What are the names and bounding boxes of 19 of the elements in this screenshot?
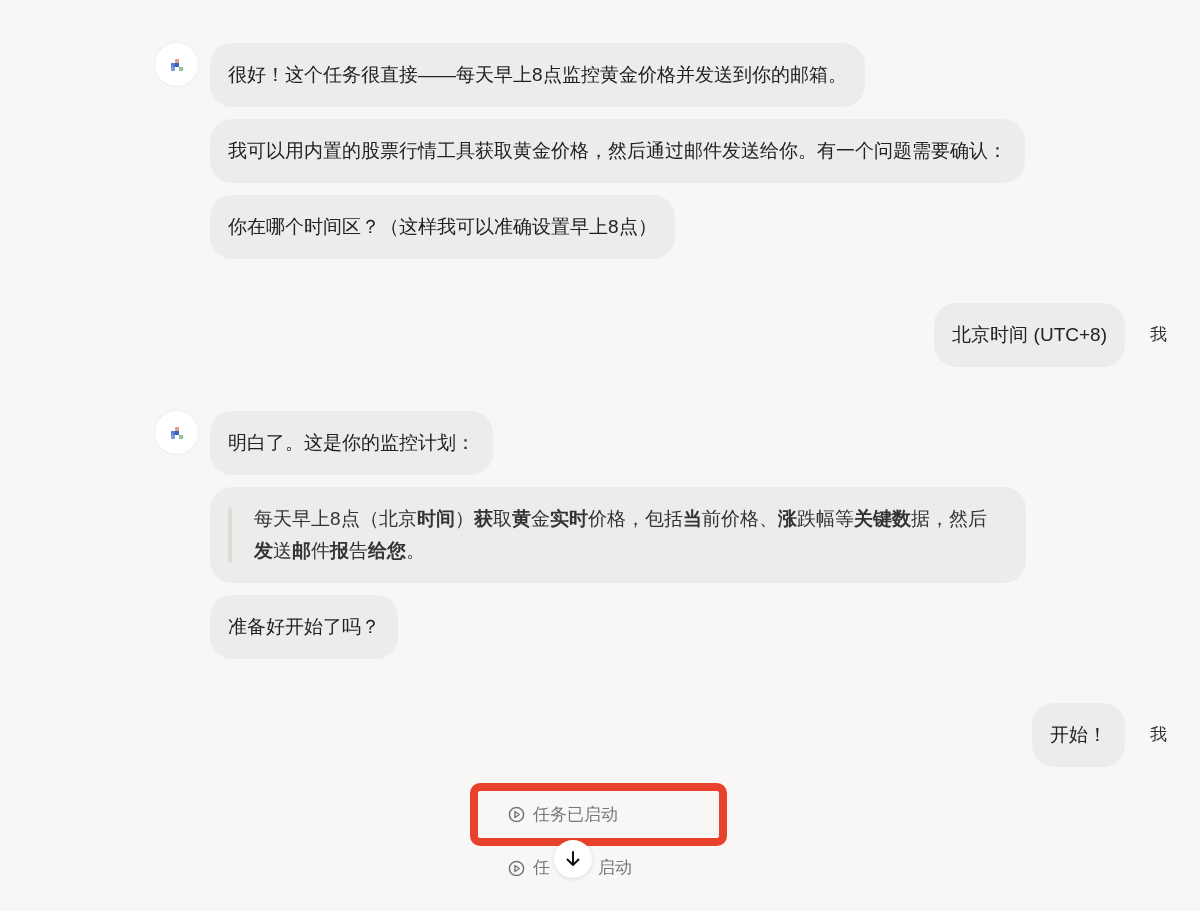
message-bubble: 很好！这个任务很直接——每天早上8点监控黄金价格并发送到你的邮箱。 — [210, 43, 865, 107]
status-text: 任 — [533, 857, 550, 880]
status-text: 任务已启动 — [533, 803, 618, 826]
arrow-down-icon — [565, 850, 581, 868]
status-text: 启动 — [598, 857, 632, 880]
message-bubble: 我可以用内置的股票行情工具获取黄金价格，然后通过邮件发送给你。有一个问题需要确认： — [210, 119, 1025, 183]
message-bubble: 准备好开始了吗？ — [210, 595, 398, 659]
quote-text: 每天早上8点（北京时间）获取黄金实时价格，包括当前价格、涨跌幅等关键数据，然后发送邮件报告给您。 — [254, 507, 988, 563]
message-bubble: 北京时间 (UTC+8) — [934, 303, 1125, 367]
sender-label: 我 — [1150, 324, 1167, 347]
sender-label: 我 — [1150, 724, 1167, 747]
scroll-down-button[interactable] — [554, 840, 592, 878]
grid-logo-icon — [169, 57, 184, 72]
message-bubble: 开始！ — [1032, 703, 1125, 767]
message-bubble: 明白了。这是你的监控计划： — [210, 411, 493, 475]
message-bubble: 你在哪个时间区？（这样我可以准确设置早上8点） — [210, 195, 675, 259]
grid-logo-icon — [169, 425, 184, 440]
play-icon — [508, 859, 525, 877]
play-icon — [508, 806, 525, 823]
